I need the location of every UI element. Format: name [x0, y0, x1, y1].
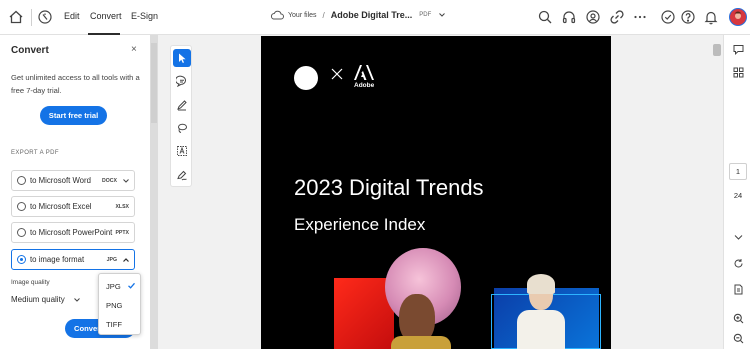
- option-label: to Microsoft Word: [30, 176, 91, 185]
- signature-pen-icon: [177, 170, 187, 181]
- option-powerpoint[interactable]: to Microsoft PowerPoint PPTX: [11, 222, 135, 243]
- option-label: to Microsoft PowerPoint: [30, 228, 113, 237]
- format-badge: DOCX: [102, 178, 117, 184]
- tools-icon[interactable]: [37, 9, 53, 25]
- panel-scrollbar[interactable]: [150, 35, 158, 349]
- option-word[interactable]: to Microsoft Word DOCX: [11, 170, 135, 191]
- your-files-link[interactable]: Your files: [288, 12, 317, 19]
- share-user-icon[interactable]: [585, 9, 601, 25]
- document-title: 2023 Digital Trends: [294, 175, 484, 200]
- radio-button-selected[interactable]: [17, 255, 26, 264]
- document-name[interactable]: Adobe Digital Tre...: [331, 10, 413, 20]
- image-quality-value: Medium quality: [11, 295, 65, 304]
- image-quality-select[interactable]: Medium quality: [11, 295, 81, 304]
- trial-promo-text: Get unlimited access to all tools with a…: [11, 73, 140, 95]
- text-box-icon: [177, 146, 187, 156]
- radio-button[interactable]: [17, 228, 26, 237]
- tab-convert[interactable]: Convert: [90, 11, 122, 21]
- page-count: 24: [733, 191, 743, 200]
- document-info-icon[interactable]: [733, 284, 744, 295]
- person-photo-body: [391, 336, 451, 349]
- text-tool[interactable]: [173, 142, 191, 160]
- link-icon[interactable]: [609, 9, 625, 25]
- start-free-trial-button[interactable]: Start free trial: [40, 106, 107, 125]
- option-image[interactable]: to image format JPG: [11, 249, 135, 270]
- document-scrollbar[interactable]: [711, 36, 723, 349]
- sign-tool[interactable]: [173, 166, 191, 184]
- draw-tool[interactable]: [173, 96, 191, 114]
- dropdown-item-jpg[interactable]: JPG: [106, 282, 121, 291]
- format-badge: JPG: [106, 257, 117, 263]
- tab-edit[interactable]: Edit: [64, 11, 80, 21]
- chevron-down-icon[interactable]: [733, 232, 744, 243]
- person-photo-2-hair: [527, 274, 555, 294]
- read-aloud-icon[interactable]: [561, 9, 577, 25]
- breadcrumb-separator: /: [322, 10, 325, 20]
- pen-icon: [177, 100, 187, 111]
- thumbnails-grid-icon[interactable]: [733, 67, 744, 78]
- user-avatar-icon: [734, 11, 742, 19]
- option-label: to image format: [30, 255, 85, 264]
- adobe-logo-icon: [354, 65, 374, 80]
- help-icon[interactable]: [680, 9, 696, 25]
- checkmark-circle-icon[interactable]: [660, 9, 676, 25]
- home-icon[interactable]: [8, 9, 24, 25]
- chevron-down-icon[interactable]: [438, 11, 446, 19]
- quick-tools: [170, 45, 192, 187]
- adobe-wordmark: Adobe: [354, 82, 375, 89]
- document-subtitle: Experience Index: [294, 215, 426, 234]
- cloud-icon: [270, 10, 284, 20]
- person-photo-2-body: [517, 310, 565, 349]
- image-quality-label: Image quality: [11, 279, 50, 286]
- chevron-down-icon[interactable]: [73, 296, 81, 304]
- zoom-out-icon[interactable]: [733, 333, 744, 344]
- pdf-page: Adobe 2023 Digital Trends Experience Ind…: [261, 36, 611, 349]
- scrollbar-thumb[interactable]: [713, 44, 721, 56]
- tab-esign[interactable]: E-Sign: [131, 11, 158, 21]
- zoom-in-icon[interactable]: [733, 313, 744, 324]
- lasso-icon: [178, 123, 187, 133]
- comment-icon: [176, 75, 186, 87]
- dropdown-item-tiff[interactable]: TIFF: [106, 320, 122, 329]
- select-tool[interactable]: [173, 49, 191, 67]
- chevron-down-icon[interactable]: [122, 177, 130, 185]
- option-excel[interactable]: to Microsoft Excel XLSX: [11, 196, 135, 217]
- radio-button[interactable]: [17, 176, 26, 185]
- panel-title: Convert: [11, 45, 49, 56]
- export-section-label: EXPORT A PDF: [11, 150, 59, 156]
- format-badge: XLSX: [115, 204, 129, 210]
- refresh-icon[interactable]: [733, 258, 744, 269]
- close-panel-button[interactable]: ×: [131, 44, 137, 55]
- document-info: Your files / Adobe Digital Tre... PDF: [270, 10, 446, 20]
- format-dropdown-menu: JPG PNG TIFF: [98, 273, 141, 335]
- toolbar-divider: [31, 9, 32, 26]
- search-icon[interactable]: [537, 9, 553, 25]
- scrollbar-thumb[interactable]: [151, 43, 157, 123]
- x-mark-icon: [331, 68, 343, 80]
- chevron-up-icon[interactable]: [122, 256, 130, 264]
- checkmark-icon: [128, 282, 135, 289]
- dropdown-item-png[interactable]: PNG: [106, 301, 122, 310]
- comment-tool[interactable]: [173, 72, 191, 90]
- radio-button[interactable]: [17, 202, 26, 211]
- format-badge: PPTX: [115, 230, 129, 236]
- partner-logo: [294, 66, 318, 90]
- freeform-tool[interactable]: [173, 119, 191, 137]
- avatar[interactable]: [729, 8, 747, 26]
- document-type: PDF: [419, 12, 432, 18]
- page-number-input[interactable]: 1: [729, 163, 747, 180]
- more-options-icon[interactable]: [632, 9, 648, 25]
- cursor-icon: [179, 53, 186, 63]
- notifications-bell-icon[interactable]: [703, 9, 719, 25]
- top-bar: Edit Convert E-Sign Your files / Adobe D…: [0, 0, 750, 35]
- option-label: to Microsoft Excel: [30, 202, 92, 211]
- comments-panel-icon[interactable]: [733, 44, 744, 55]
